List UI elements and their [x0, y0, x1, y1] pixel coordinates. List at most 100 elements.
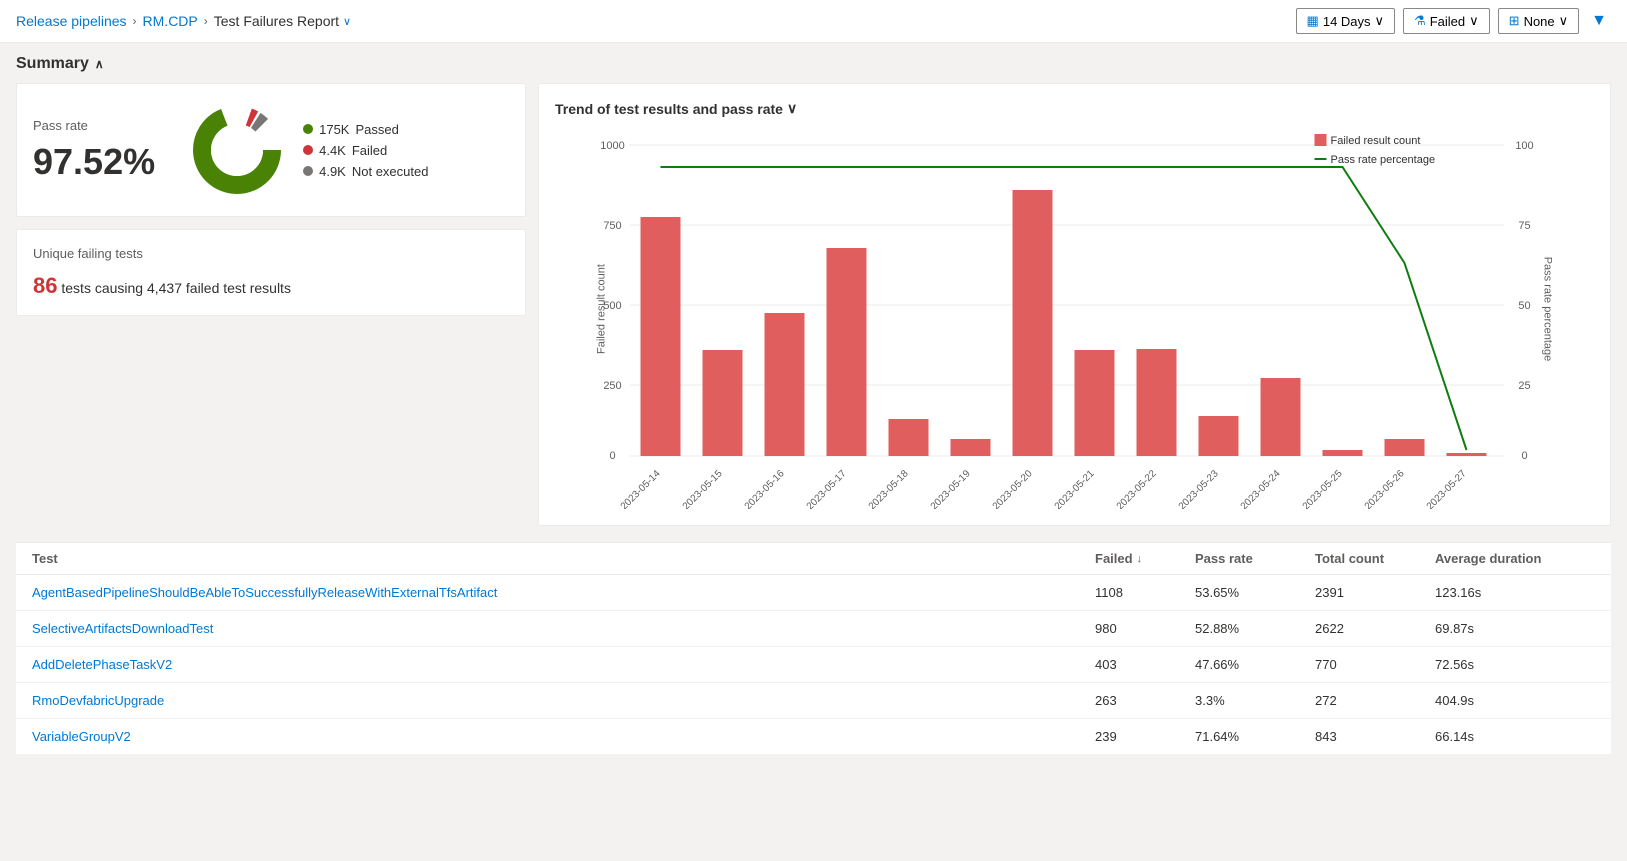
top-actions: ▦ 14 Days ∨ ⚗ Failed ∨ ⊞ None ∨ ▼ — [1296, 8, 1611, 34]
legend: 175K Passed 4.4K Failed 4.9K Not execute… — [303, 122, 428, 179]
svg-text:0: 0 — [1521, 450, 1527, 462]
cell-avg-duration: 69.87s — [1435, 621, 1595, 636]
svg-text:Failed result count: Failed result count — [596, 264, 608, 354]
days-filter-button[interactable]: ▦ 14 Days ∨ — [1296, 8, 1396, 34]
bar-6 — [1013, 190, 1053, 456]
cell-pass-rate: 53.65% — [1195, 585, 1315, 600]
passed-dot — [303, 124, 313, 134]
svg-text:2023-05-14: 2023-05-14 — [619, 468, 663, 509]
left-cards: Pass rate 97.52% — [16, 83, 526, 526]
cell-test[interactable]: SelectiveArtifactsDownloadTest — [32, 621, 1095, 636]
legend-pass-text: Pass rate percentage — [1331, 154, 1436, 166]
table-row: SelectiveArtifactsDownloadTest 980 52.88… — [16, 611, 1611, 647]
cell-avg-duration: 123.16s — [1435, 585, 1595, 600]
breadcrumb-current[interactable]: Test Failures Report ∨ — [214, 13, 351, 29]
days-filter-label: 14 Days — [1323, 14, 1371, 29]
col-header-test: Test — [32, 551, 1095, 566]
svg-text:2023-05-22: 2023-05-22 — [1115, 468, 1159, 509]
col-header-pass-rate: Pass rate — [1195, 551, 1315, 566]
sort-icon: ↓ — [1137, 553, 1143, 565]
bar-5 — [951, 439, 991, 456]
breadcrumb-sep-2: › — [204, 14, 208, 28]
cell-failed: 263 — [1095, 693, 1195, 708]
group-filter-button[interactable]: ⊞ None ∨ — [1498, 8, 1580, 34]
not-executed-count: 4.9K — [319, 164, 346, 179]
group-filter-label: None — [1524, 14, 1555, 29]
not-executed-dot — [303, 166, 313, 176]
svg-text:50: 50 — [1518, 300, 1530, 312]
svg-text:2023-05-17: 2023-05-17 — [805, 468, 849, 509]
chart-container: 1000 750 500 250 0 Failed result count 1… — [555, 129, 1594, 509]
top-bar: Release pipelines › RM.CDP › Test Failur… — [0, 0, 1627, 43]
results-table: Test Failed ↓ Pass rate Total count Aver… — [16, 542, 1611, 755]
svg-text:2023-05-23: 2023-05-23 — [1177, 468, 1221, 509]
summary-collapse-icon: ∧ — [95, 57, 104, 71]
passed-count: 175K — [319, 122, 349, 137]
cell-test[interactable]: VariableGroupV2 — [32, 729, 1095, 744]
cell-pass-rate: 47.66% — [1195, 657, 1315, 672]
svg-text:2023-05-26: 2023-05-26 — [1363, 468, 1407, 509]
legend-failed-rect — [1315, 134, 1327, 146]
col-header-failed[interactable]: Failed ↓ — [1095, 551, 1195, 566]
status-filter-button[interactable]: ⚗ Failed ∨ — [1403, 8, 1490, 34]
trend-title[interactable]: Trend of test results and pass rate ∨ — [555, 100, 1594, 117]
failed-label: Failed — [352, 143, 387, 158]
content-area: Summary ∧ Pass rate 97.52% — [0, 43, 1627, 767]
main-filter-button[interactable]: ▼ — [1587, 8, 1611, 34]
table-row: VariableGroupV2 239 71.64% 843 66.14s — [16, 719, 1611, 755]
donut-chart — [187, 100, 287, 200]
table-body: AgentBasedPipelineShouldBeAbleToSuccessf… — [16, 575, 1611, 755]
bar-2 — [765, 313, 805, 456]
passed-label: Passed — [355, 122, 398, 137]
svg-text:2023-05-18: 2023-05-18 — [867, 468, 911, 509]
col-header-avg-duration: Average duration — [1435, 551, 1595, 566]
svg-text:25: 25 — [1518, 380, 1530, 392]
cell-test[interactable]: RmoDevfabricUpgrade — [32, 693, 1095, 708]
bar-0 — [641, 217, 681, 456]
breadcrumb: Release pipelines › RM.CDP › Test Failur… — [16, 13, 351, 29]
cell-test[interactable]: AgentBasedPipelineShouldBeAbleToSuccessf… — [32, 585, 1095, 600]
trend-chart-svg: 1000 750 500 250 0 Failed result count 1… — [555, 129, 1594, 509]
svg-text:2023-05-24: 2023-05-24 — [1239, 468, 1283, 509]
breadcrumb-sep-1: › — [133, 14, 137, 28]
legend-failed: 4.4K Failed — [303, 143, 428, 158]
cell-pass-rate: 3.3% — [1195, 693, 1315, 708]
calendar-icon: ▦ — [1307, 13, 1319, 29]
bar-7 — [1075, 350, 1115, 456]
trend-card: Trend of test results and pass rate ∨ 10… — [538, 83, 1611, 526]
legend-failed-text: Failed result count — [1331, 135, 1421, 147]
svg-text:2023-05-19: 2023-05-19 — [929, 468, 973, 509]
svg-text:750: 750 — [603, 220, 621, 232]
svg-text:1000: 1000 — [600, 140, 624, 152]
svg-text:2023-05-27: 2023-05-27 — [1425, 468, 1469, 509]
pass-rate-value: 97.52% — [33, 141, 155, 183]
trend-title-text: Trend of test results and pass rate — [555, 101, 783, 117]
svg-text:0: 0 — [609, 450, 615, 462]
bar-13 — [1447, 453, 1487, 456]
svg-text:75: 75 — [1518, 220, 1530, 232]
days-filter-chevron: ∨ — [1375, 13, 1385, 29]
cell-total-count: 272 — [1315, 693, 1435, 708]
bar-12 — [1385, 439, 1425, 456]
cell-failed: 403 — [1095, 657, 1195, 672]
unique-count: 86 — [33, 273, 57, 298]
breadcrumb-release-pipelines[interactable]: Release pipelines — [16, 13, 127, 29]
unique-description: tests causing 4,437 failed test results — [61, 280, 291, 296]
group-icon: ⊞ — [1509, 13, 1520, 29]
trend-dropdown-icon: ∨ — [787, 100, 797, 117]
pass-rate-title: Pass rate — [33, 118, 155, 133]
bar-4 — [889, 419, 929, 456]
cell-test[interactable]: AddDeletePhaseTaskV2 — [32, 657, 1095, 672]
group-filter-chevron: ∨ — [1559, 13, 1569, 29]
cell-pass-rate: 71.64% — [1195, 729, 1315, 744]
table-row: AgentBasedPipelineShouldBeAbleToSuccessf… — [16, 575, 1611, 611]
svg-text:2023-05-16: 2023-05-16 — [743, 468, 787, 509]
failed-count: 4.4K — [319, 143, 346, 158]
table-row: RmoDevfabricUpgrade 263 3.3% 272 404.9s — [16, 683, 1611, 719]
svg-text:100: 100 — [1515, 140, 1533, 152]
breadcrumb-rm-cdp[interactable]: RM.CDP — [143, 13, 198, 29]
cell-failed: 239 — [1095, 729, 1195, 744]
cell-total-count: 770 — [1315, 657, 1435, 672]
summary-header[interactable]: Summary ∧ — [16, 55, 1611, 73]
breadcrumb-current-label: Test Failures Report — [214, 13, 339, 29]
